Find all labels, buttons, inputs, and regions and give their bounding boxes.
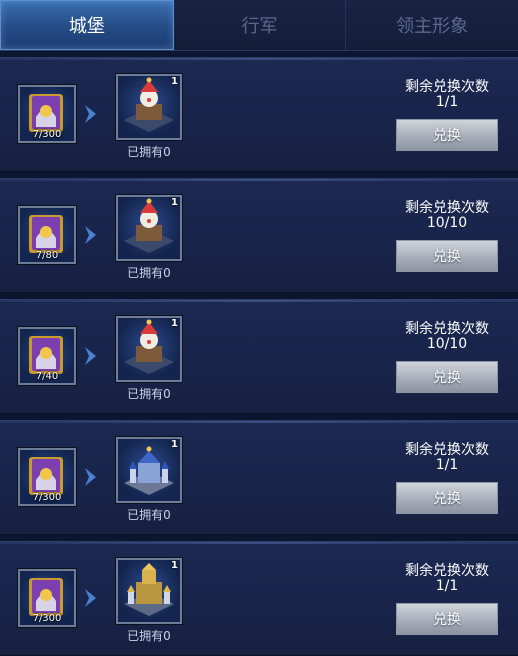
exchange-button[interactable]: 兑换	[396, 482, 498, 514]
owned-count: 已拥有0	[127, 629, 171, 643]
castle-reward-slot[interactable]: 1	[116, 437, 182, 503]
remaining-exchanges-value: 10/10	[426, 215, 468, 231]
remaining-exchanges-value: 1/1	[435, 94, 459, 110]
arrow-right-icon	[85, 589, 96, 607]
tab-lord-image[interactable]: 领主形象	[346, 0, 518, 50]
remaining-exchanges-label: 剩余兑换次数	[405, 200, 489, 216]
book-item-slot[interactable]: 7/80	[18, 206, 76, 264]
castle-reward-slot[interactable]: 1	[116, 74, 182, 140]
item-cost: 7/300	[32, 129, 62, 140]
arrow-right-icon	[85, 347, 96, 365]
exchange-row-5: 7/300 1 已拥有0 剩余兑换次数 1/1 兑换	[0, 541, 518, 656]
arrow-right-icon	[85, 226, 96, 244]
exchange-button[interactable]: 兑换	[396, 603, 498, 635]
owned-count: 已拥有0	[127, 145, 171, 159]
arrow-right-icon	[85, 468, 96, 486]
arrow-right-icon	[85, 105, 96, 123]
remaining-exchanges-value: 1/1	[435, 457, 459, 473]
quantity-badge: 1	[171, 318, 178, 329]
quantity-badge: 1	[171, 560, 178, 571]
exchange-row-4: 7/300 1 已拥有0 剩余兑换次数 1/1 兑换	[0, 420, 518, 535]
exchange-list: 7/300 1 已拥有0 剩余兑换次数 1/1 兑换 7/80 1 已拥有0 剩…	[0, 50, 518, 656]
owned-count: 已拥有0	[127, 508, 171, 522]
owned-count: 已拥有0	[127, 387, 171, 401]
exchange-row-1: 7/300 1 已拥有0 剩余兑换次数 1/1 兑换	[0, 57, 518, 172]
exchange-button[interactable]: 兑换	[396, 361, 498, 393]
castle-reward-slot[interactable]: 1	[116, 316, 182, 382]
exchange-row-2: 7/80 1 已拥有0 剩余兑换次数 10/10 兑换	[0, 178, 518, 293]
tab-march[interactable]: 行军	[174, 0, 347, 50]
remaining-exchanges-value: 1/1	[435, 578, 459, 594]
quantity-badge: 1	[171, 76, 178, 87]
remaining-exchanges-label: 剩余兑换次数	[405, 563, 489, 579]
castle-reward-slot[interactable]: 1	[116, 195, 182, 261]
remaining-exchanges-value: 10/10	[426, 336, 468, 352]
exchange-row-3: 7/40 1 已拥有0 剩余兑换次数 10/10 兑换	[0, 299, 518, 414]
tab-castle[interactable]: 城堡	[0, 0, 174, 50]
tab-bar: 城堡 行军 领主形象	[0, 0, 518, 51]
remaining-exchanges-label: 剩余兑换次数	[405, 442, 489, 458]
item-cost: 7/80	[35, 250, 59, 261]
exchange-button[interactable]: 兑换	[396, 240, 498, 272]
quantity-badge: 1	[171, 197, 178, 208]
quantity-badge: 1	[171, 439, 178, 450]
book-item-slot[interactable]: 7/300	[18, 448, 76, 506]
book-item-slot[interactable]: 7/300	[18, 85, 76, 143]
owned-count: 已拥有0	[127, 266, 171, 280]
item-cost: 7/300	[32, 492, 62, 503]
remaining-exchanges-label: 剩余兑换次数	[405, 79, 489, 95]
book-item-slot[interactable]: 7/40	[18, 327, 76, 385]
exchange-button[interactable]: 兑换	[396, 119, 498, 151]
book-item-slot[interactable]: 7/300	[18, 569, 76, 627]
item-cost: 7/40	[35, 371, 59, 382]
castle-reward-slot[interactable]: 1	[116, 558, 182, 624]
remaining-exchanges-label: 剩余兑换次数	[405, 321, 489, 337]
item-cost: 7/300	[32, 613, 62, 624]
